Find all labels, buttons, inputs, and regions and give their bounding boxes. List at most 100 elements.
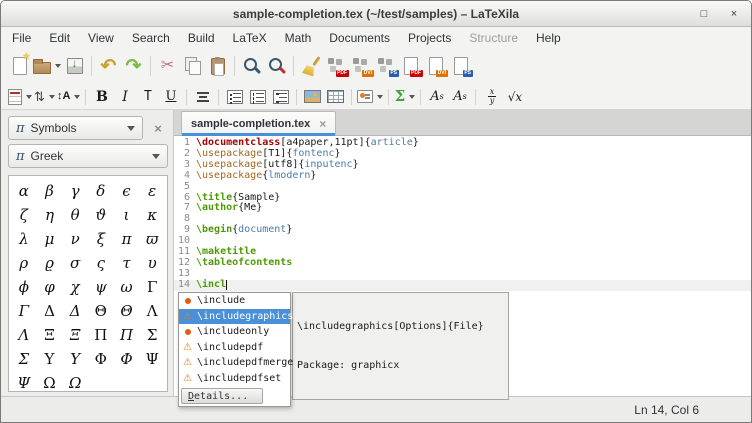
symbol-Δ[interactable]: Δ	[44, 302, 55, 320]
underline-button[interactable]: U	[160, 86, 181, 107]
symbol-τ[interactable]: τ	[122, 254, 130, 272]
cut-button[interactable]: ✂	[156, 53, 179, 79]
symbol-μ[interactable]: μ	[45, 230, 55, 248]
symbol-Γ[interactable]: Γ	[19, 302, 29, 320]
symbol-Λ[interactable]: Λ	[147, 302, 158, 320]
symbol-Λ[interactable]: Λ	[18, 326, 29, 344]
symbol-χ[interactable]: χ	[71, 278, 80, 296]
symbol-φ[interactable]: φ	[44, 278, 55, 296]
close-icon[interactable]: ×	[727, 7, 741, 21]
symbol-λ[interactable]: λ	[19, 230, 29, 248]
new-document-button[interactable]	[8, 53, 31, 79]
build-ps-button[interactable]: PS	[374, 53, 397, 79]
completion-item[interactable]: \include	[179, 293, 290, 309]
math-button[interactable]: Σ	[394, 86, 415, 107]
symbol-ϱ[interactable]: ϱ	[45, 254, 54, 272]
build-dvi-button[interactable]: DVI	[349, 53, 372, 79]
build-pdf-button[interactable]: PDF	[324, 53, 347, 79]
symbol-category-selector[interactable]: π Greek	[8, 144, 168, 168]
completion-item[interactable]: ⚠\includegraphics	[179, 309, 290, 325]
symbol-ς[interactable]: ς	[97, 254, 105, 272]
titlebar[interactable]: sample-completion.tex (~/test/samples) –…	[1, 1, 751, 27]
symbol-ξ[interactable]: ξ	[97, 230, 105, 248]
symbol-Π[interactable]: Π	[94, 326, 107, 344]
symbol-κ[interactable]: κ	[147, 206, 157, 224]
italic-button[interactable]: I	[114, 86, 135, 107]
symbol-Ω[interactable]: Ω	[43, 374, 55, 392]
menu-edit[interactable]: Edit	[40, 29, 79, 47]
symbol-Ξ[interactable]: Ξ	[70, 326, 81, 344]
symbol-γ[interactable]: γ	[71, 182, 80, 200]
symbol-ι[interactable]: ι	[124, 206, 130, 224]
symbol-ρ[interactable]: ρ	[19, 254, 28, 272]
completion-item[interactable]: \includeonly	[179, 324, 290, 340]
completion-item[interactable]: ⚠\includepdfmerge	[179, 355, 290, 371]
tab-close-icon[interactable]: ×	[319, 117, 326, 131]
copy-button[interactable]	[181, 53, 204, 79]
symbol-Ψ[interactable]: Ψ	[146, 350, 159, 368]
code-line-7[interactable]: 7\author{Me}	[174, 203, 751, 214]
symbol-α[interactable]: α	[19, 182, 29, 200]
save-button[interactable]	[63, 53, 86, 79]
menu-documents[interactable]: Documents	[320, 29, 399, 47]
subscript-button[interactable]: As	[449, 86, 470, 107]
figure-button[interactable]	[302, 86, 323, 107]
symbol-Π[interactable]: Π	[120, 326, 133, 344]
symbol-ϵ[interactable]: ϵ	[122, 182, 130, 200]
view-pdf-button[interactable]: PDF	[399, 53, 422, 79]
symbol-ϖ[interactable]: ϖ	[146, 230, 158, 248]
menu-search[interactable]: Search	[123, 29, 179, 47]
menu-file[interactable]: File	[3, 29, 40, 47]
redo-button[interactable]: ↷	[122, 53, 145, 79]
view-ps-button[interactable]: PS	[449, 53, 472, 79]
list-itemize-button[interactable]	[224, 86, 245, 107]
symbol-ψ[interactable]: ψ	[95, 278, 107, 296]
details-button[interactable]: Details...	[181, 388, 263, 404]
menu-projects[interactable]: Projects	[399, 29, 460, 47]
symbol-ε[interactable]: ε	[148, 182, 156, 200]
symbol-Δ[interactable]: Δ	[70, 302, 81, 320]
references-button[interactable]: ⇅	[34, 86, 55, 107]
fraction-button[interactable]: xy	[481, 86, 502, 107]
code-line-9[interactable]: 9\begin{document}	[174, 225, 751, 236]
symbol-σ[interactable]: σ	[70, 254, 80, 272]
symbol-Υ[interactable]: Υ	[45, 350, 55, 368]
sqrt-button[interactable]: √x	[504, 86, 525, 107]
close-panel-button[interactable]: ×	[148, 117, 168, 139]
list-enumerate-button[interactable]	[247, 86, 268, 107]
symbol-Σ[interactable]: Σ	[19, 350, 30, 368]
symbol-ϑ[interactable]: ϑ	[95, 206, 106, 224]
search-button[interactable]	[240, 53, 263, 79]
completion-item[interactable]: ⚠\includepdfset	[179, 371, 290, 387]
symbol-β[interactable]: β	[45, 182, 54, 200]
symbol-ω[interactable]: ω	[120, 278, 132, 296]
list-description-button[interactable]	[270, 86, 291, 107]
symbol-Ψ[interactable]: Ψ	[17, 374, 30, 392]
paste-button[interactable]	[206, 53, 229, 79]
menu-view[interactable]: View	[79, 29, 123, 47]
symbol-υ[interactable]: υ	[148, 254, 157, 272]
presentation-button[interactable]	[357, 86, 383, 107]
symbol-Φ[interactable]: Φ	[95, 350, 107, 368]
symbol-π[interactable]: π	[122, 230, 132, 248]
bold-button[interactable]: B	[91, 86, 112, 107]
symbol-θ[interactable]: θ	[71, 206, 80, 224]
symbol-ν[interactable]: ν	[71, 230, 80, 248]
symbol-Ξ[interactable]: Ξ	[44, 326, 55, 344]
symbol-Φ[interactable]: Φ	[120, 350, 132, 368]
code-line-12[interactable]: 12\tableofcontents	[174, 258, 751, 269]
symbol-Σ[interactable]: Σ	[147, 326, 158, 344]
completion-item[interactable]: ⚠\includepdf	[179, 340, 290, 356]
undo-button[interactable]: ↶	[97, 53, 120, 79]
symbol-ζ[interactable]: ζ	[20, 206, 28, 224]
menu-latex[interactable]: LaTeX	[224, 29, 276, 47]
superscript-button[interactable]: As	[426, 86, 447, 107]
view-dvi-button[interactable]: DVI	[424, 53, 447, 79]
panel-selector[interactable]: π Symbols	[8, 116, 143, 140]
character-size-button[interactable]: ↕A	[57, 86, 80, 107]
code-line-4[interactable]: 4\usepackage{lmodern}	[174, 171, 751, 182]
symbol-Ω[interactable]: Ω	[69, 374, 81, 392]
maximize-icon[interactable]: □	[697, 7, 711, 21]
typewriter-button[interactable]: T	[137, 86, 158, 107]
symbol-Υ[interactable]: Υ	[70, 350, 80, 368]
